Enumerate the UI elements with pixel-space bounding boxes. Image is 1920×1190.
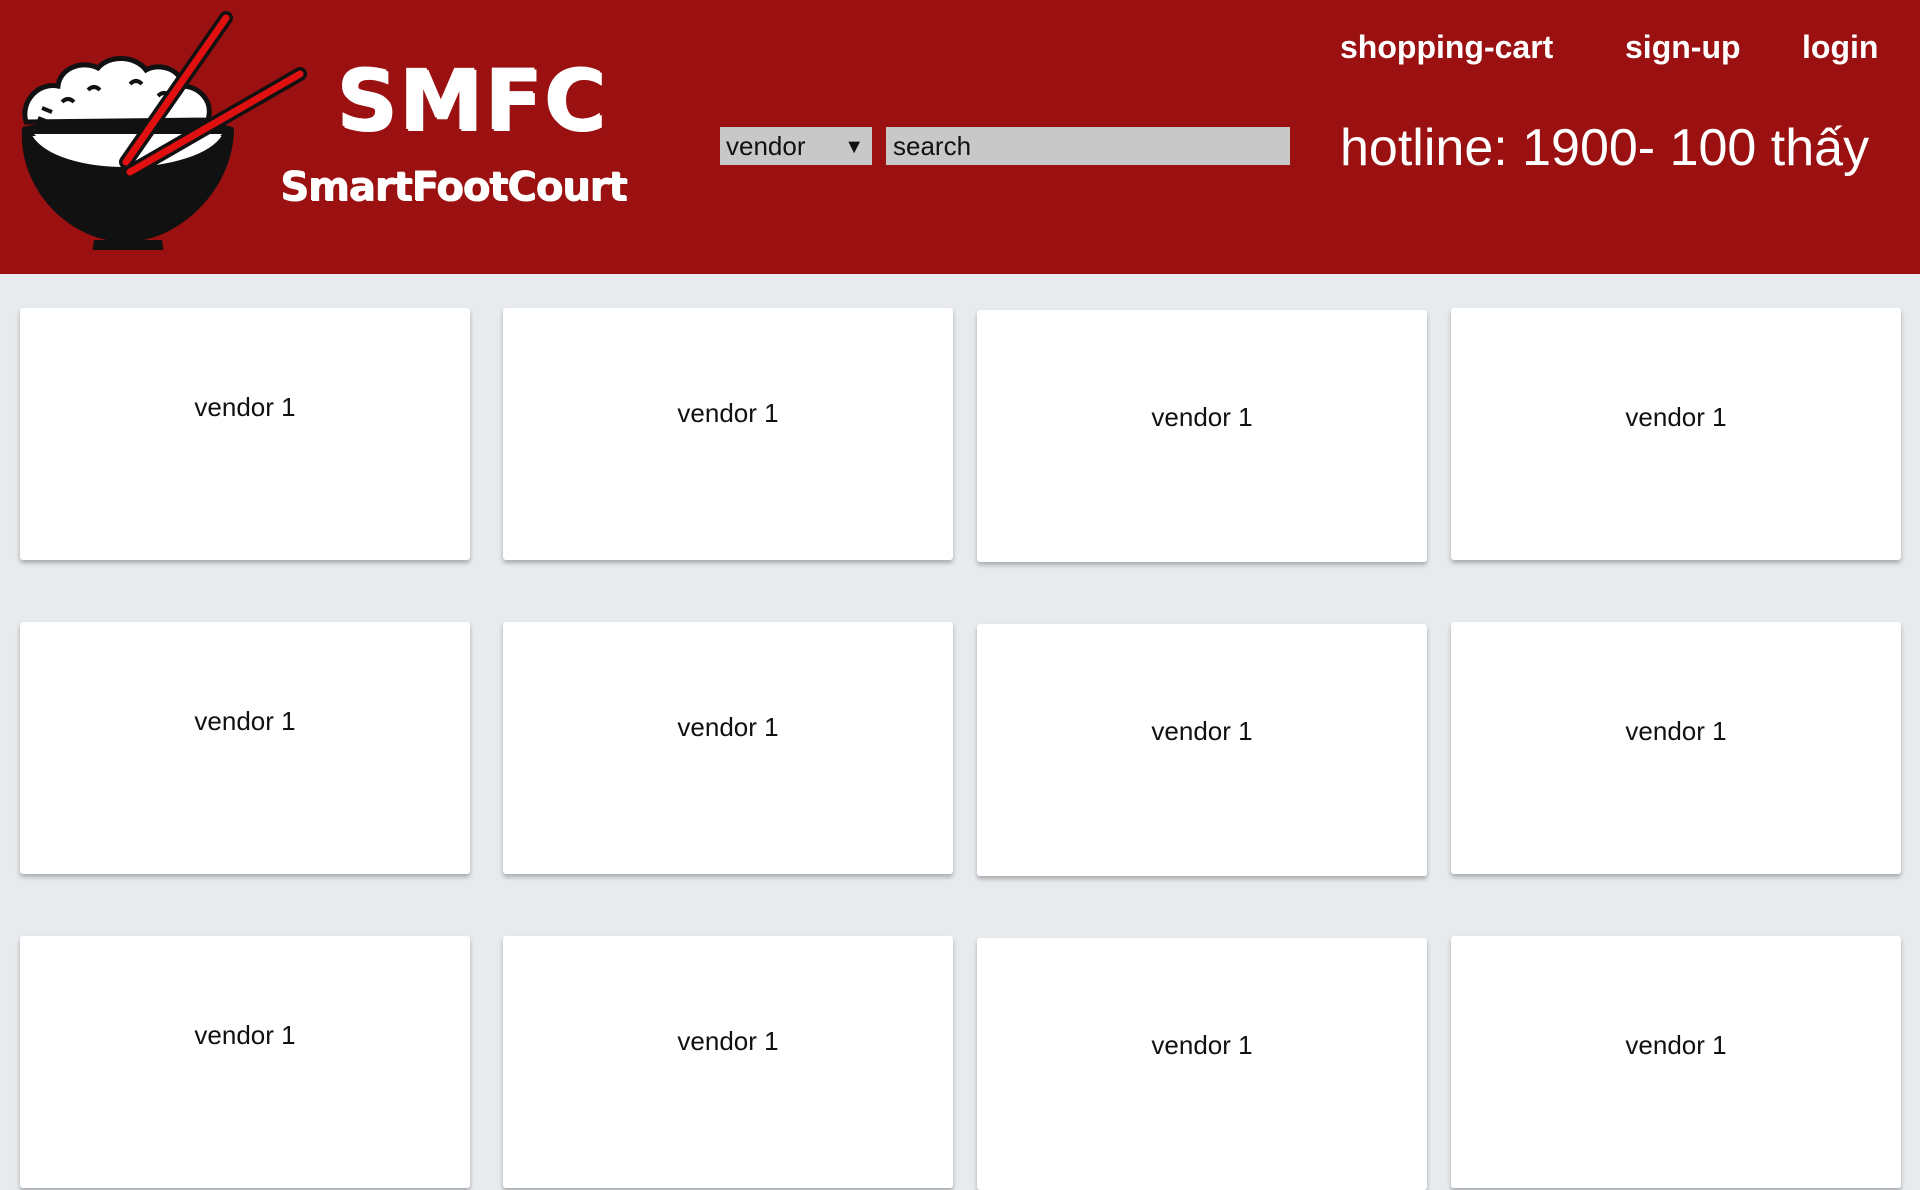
vendor-card[interactable]: vendor 1 (20, 936, 470, 1188)
vendor-card-label: vendor 1 (677, 712, 779, 742)
vendor-card[interactable]: vendor 1 (20, 622, 470, 874)
vendor-card[interactable]: vendor 1 (977, 310, 1427, 562)
vendor-card[interactable]: vendor 1 (503, 308, 953, 560)
vendor-card-label: vendor 1 (1151, 402, 1253, 432)
rice-bowl-logo-icon[interactable] (18, 10, 308, 250)
vendor-card[interactable]: vendor 1 (20, 308, 470, 560)
vendor-card-label: vendor 1 (1151, 1030, 1253, 1060)
login-link[interactable]: login (1802, 24, 1878, 70)
vendor-card-label: vendor 1 (1625, 1030, 1727, 1060)
vendor-card-label: vendor 1 (1625, 716, 1727, 746)
vendor-card-label: vendor 1 (1625, 402, 1727, 432)
vendor-card[interactable]: vendor 1 (503, 936, 953, 1188)
vendor-card[interactable]: vendor 1 (503, 622, 953, 874)
shopping-cart-link[interactable]: shopping-cart (1340, 24, 1553, 70)
brand-title[interactable]: SMFC (336, 52, 605, 148)
search-category-value: vendor (726, 131, 806, 161)
chevron-down-icon: ▼ (844, 136, 864, 158)
vendor-card[interactable]: vendor 1 (1451, 308, 1901, 560)
vendor-grid: vendor 1 vendor 1 vendor 1 vendor 1 vend… (0, 274, 1920, 1190)
vendor-card[interactable]: vendor 1 (1451, 622, 1901, 874)
vendor-card[interactable]: vendor 1 (1451, 936, 1901, 1188)
vendor-card-label: vendor 1 (1151, 716, 1253, 746)
search-category-select[interactable]: vendor ▼ (720, 127, 872, 165)
hotline-text: hotline: 1900- 100 thấy (1340, 119, 1870, 177)
vendor-card-label: vendor 1 (194, 706, 296, 736)
vendor-card[interactable]: vendor 1 (977, 938, 1427, 1190)
brand-subtitle: SmartFootCourt (280, 164, 627, 210)
vendor-card-label: vendor 1 (194, 392, 296, 422)
search-input[interactable] (886, 127, 1290, 165)
vendor-card-label: vendor 1 (677, 398, 779, 428)
vendor-card-label: vendor 1 (677, 1026, 779, 1056)
vendor-card[interactable]: vendor 1 (977, 624, 1427, 876)
site-header: SMFC SmartFootCourt vendor ▼ shopping-ca… (0, 0, 1920, 274)
sign-up-link[interactable]: sign-up (1625, 24, 1741, 70)
vendor-card-label: vendor 1 (194, 1020, 296, 1050)
